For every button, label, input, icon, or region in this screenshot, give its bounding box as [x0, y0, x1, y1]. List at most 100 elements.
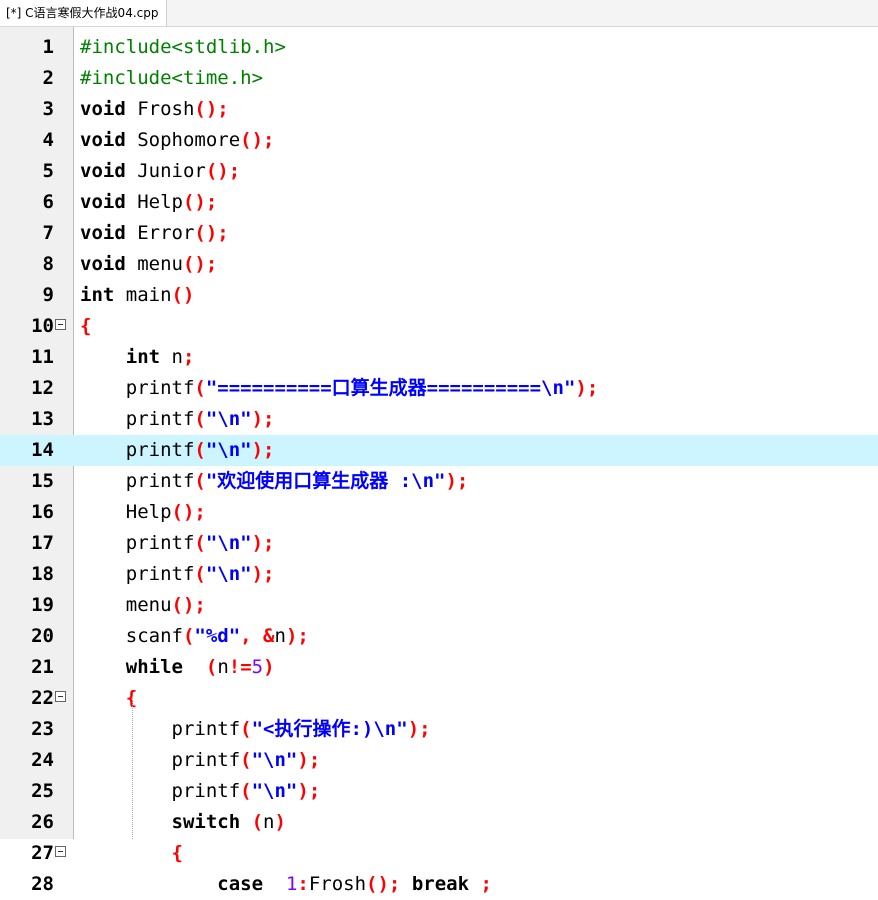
line-number: 22 — [31, 687, 54, 709]
code-token: ( — [194, 563, 206, 585]
code-token: ); — [297, 749, 321, 771]
code-token: (); — [171, 501, 206, 523]
code-text: #include<time.h> — [80, 63, 263, 94]
code-token: "\n" — [251, 780, 298, 802]
code-token: break — [411, 873, 481, 895]
code-line[interactable]: 6 void Help(); — [0, 187, 878, 218]
code-token: , & — [240, 625, 275, 647]
code-line[interactable]: 15 printf("欢迎使用口算生成器 :\n"); — [0, 466, 878, 497]
code-text: printf("\n"); — [80, 435, 275, 466]
code-token: ; — [480, 873, 492, 895]
code-token: (); — [205, 160, 241, 182]
code-token: ( — [240, 749, 252, 771]
code-token: Sophomore — [137, 129, 241, 151]
code-line[interactable]: 8 void menu(); — [0, 249, 878, 280]
code-text: switch (n) — [80, 807, 286, 838]
code-line[interactable]: 27 { — [0, 838, 878, 869]
code-line[interactable]: 17 printf("\n"); — [0, 528, 878, 559]
code-text: printf("\n"); — [80, 559, 275, 590]
code-token: ( — [194, 532, 206, 554]
code-text: int n; — [80, 342, 195, 373]
indent-guide — [132, 696, 133, 839]
line-number: 12 — [31, 377, 54, 399]
code-token: != — [228, 656, 252, 678]
code-line[interactable]: 12 printf("==========口算生成器==========\n")… — [0, 373, 878, 404]
line-number: 25 — [31, 780, 54, 802]
line-number: 4 — [42, 129, 54, 151]
code-token: printf — [80, 532, 195, 554]
code-text: printf("\n"); — [80, 528, 275, 559]
code-token: Junior — [137, 160, 206, 182]
code-token: "%d" — [194, 625, 241, 647]
code-token: scanf — [80, 625, 183, 647]
line-number: 21 — [31, 656, 54, 678]
code-editor[interactable]: 1 #include<stdlib.h> 2 #include<time.h> 3 voi… — [0, 27, 878, 895]
code-token: 5 — [251, 656, 264, 678]
fold-toggle-icon[interactable] — [55, 691, 66, 702]
code-token: { — [80, 315, 92, 337]
code-token: "\n" — [205, 439, 252, 461]
code-token: printf — [80, 408, 195, 430]
fold-toggle-icon[interactable] — [55, 846, 66, 857]
code-token: Frosh — [308, 873, 367, 895]
code-token: printf — [80, 470, 195, 492]
code-line[interactable]: 11 int n; — [0, 342, 878, 373]
code-token: printf — [80, 718, 241, 740]
code-line[interactable]: 19 menu(); — [0, 590, 878, 621]
code-token: Help — [80, 501, 172, 523]
code-token: void — [80, 129, 138, 151]
code-token: printf — [80, 377, 195, 399]
line-number: 28 — [31, 873, 54, 895]
code-token: (); — [171, 594, 206, 616]
code-token: { — [171, 842, 183, 864]
code-line[interactable]: 14 printf("\n"); — [0, 435, 878, 466]
code-line[interactable]: 4 void Sophomore(); — [0, 125, 878, 156]
code-text: printf("\n"); — [80, 776, 321, 807]
code-token: printf — [80, 749, 241, 771]
code-line[interactable]: 13 printf("\n"); — [0, 404, 878, 435]
code-line[interactable]: 10 { — [0, 311, 878, 342]
code-line[interactable]: 3 void Frosh(); — [0, 94, 878, 125]
code-token: "\n" — [205, 563, 252, 585]
code-token: int — [125, 346, 172, 368]
code-line[interactable]: 1 #include<stdlib.h> — [0, 32, 878, 63]
code-token: ); — [285, 625, 309, 647]
code-token: () — [171, 284, 195, 306]
line-number: 15 — [31, 470, 54, 492]
line-number: 6 — [42, 191, 54, 213]
code-line[interactable]: 28 case 1:Frosh(); break ; — [0, 869, 878, 900]
code-token: n — [171, 346, 183, 368]
fold-toggle-icon[interactable] — [55, 319, 66, 330]
code-line[interactable]: 20 scanf("%d", &n); — [0, 621, 878, 652]
code-text: void Frosh(); — [80, 94, 229, 125]
code-token: n — [263, 811, 275, 833]
line-number: 5 — [42, 160, 54, 182]
code-line[interactable]: 7 void Error(); — [0, 218, 878, 249]
code-line[interactable]: 18 printf("\n"); — [0, 559, 878, 590]
code-line[interactable]: 9 int main() — [0, 280, 878, 311]
code-token: printf — [80, 439, 195, 461]
code-line[interactable]: 21 while (n!=5) — [0, 652, 878, 683]
code-text: void Error(); — [80, 218, 229, 249]
code-token: (); — [240, 129, 275, 151]
line-number: 27 — [31, 842, 54, 864]
line-number: 16 — [31, 501, 54, 523]
code-line[interactable]: 2 #include<time.h> — [0, 63, 878, 94]
line-number: 14 — [31, 439, 54, 461]
code-token: int — [80, 284, 126, 306]
code-token: case — [217, 873, 275, 895]
code-text: scanf("%d", &n); — [80, 621, 309, 652]
code-token: ); — [407, 718, 431, 740]
code-token: "欢迎使用口算生成器 :\n" — [205, 470, 446, 492]
code-line[interactable]: 5 void Junior(); — [0, 156, 878, 187]
code-token: main — [125, 284, 172, 306]
code-line[interactable]: 16 Help(); — [0, 497, 878, 528]
code-token: Frosh — [137, 98, 195, 120]
file-tab[interactable]: [*] C语言寒假大作战04.cpp — [0, 0, 168, 26]
